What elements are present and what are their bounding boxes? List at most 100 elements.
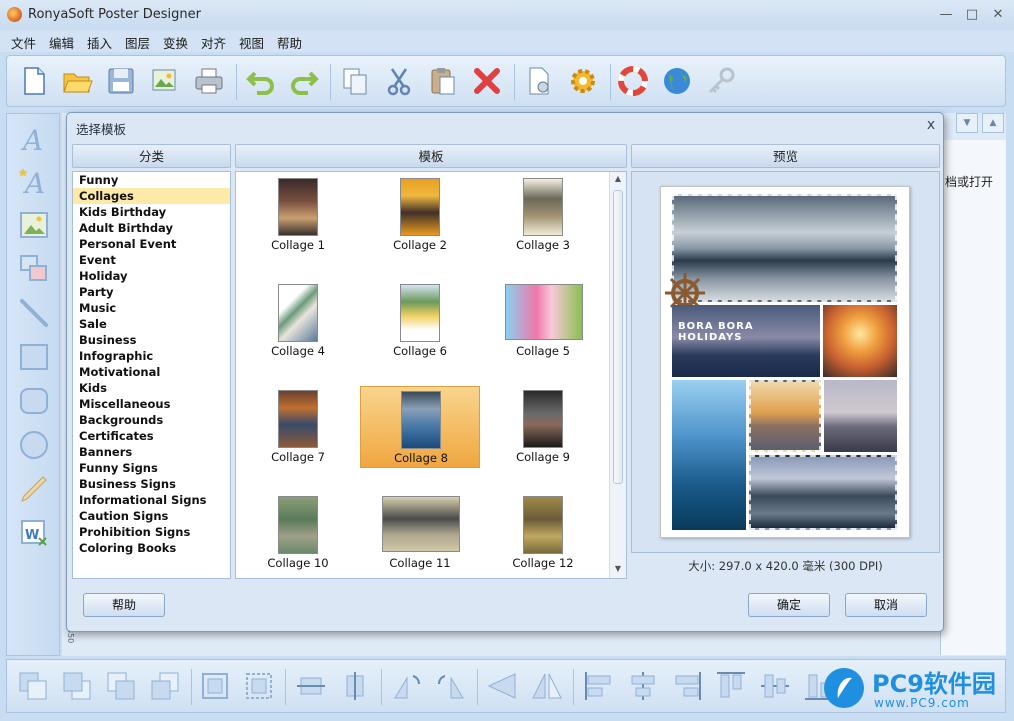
key-icon[interactable]	[705, 65, 737, 97]
scroll-down-arrow-icon[interactable]: ▼	[610, 562, 626, 576]
undo-icon[interactable]	[245, 65, 277, 97]
cut-icon[interactable]	[383, 65, 415, 97]
text-tool-icon[interactable]: A	[19, 124, 49, 154]
bring-forward-icon[interactable]	[105, 670, 137, 702]
rounded-rect-tool-icon[interactable]	[19, 386, 49, 416]
align-left-icon[interactable]	[583, 670, 615, 702]
category-item[interactable]: Music	[73, 300, 230, 316]
category-item-selected[interactable]: Collages	[73, 188, 230, 204]
menu-align[interactable]: 对齐	[201, 33, 226, 52]
category-item[interactable]: Personal Event	[73, 236, 230, 252]
template-item[interactable]: Collage 7	[238, 386, 358, 468]
menu-transform[interactable]: 变换	[163, 33, 188, 52]
page-settings-icon[interactable]	[523, 65, 555, 97]
rectangle-tool-icon[interactable]	[19, 342, 49, 372]
scrollbar-thumb[interactable]	[613, 190, 623, 484]
multi-image-tool-icon[interactable]	[19, 254, 49, 284]
redo-icon[interactable]	[288, 65, 320, 97]
dialog-close-button[interactable]: x	[923, 117, 939, 133]
minimize-button[interactable]: —	[936, 6, 956, 24]
category-item[interactable]: Funny Signs	[73, 460, 230, 476]
category-item[interactable]: Informational Signs	[73, 492, 230, 508]
scroll-up-button[interactable]: ▲	[982, 113, 1004, 133]
menu-insert[interactable]: 插入	[87, 33, 112, 52]
align-top-icon[interactable]	[715, 670, 747, 702]
copy-icon[interactable]	[339, 65, 371, 97]
category-item[interactable]: Miscellaneous	[73, 396, 230, 412]
image-tool-icon[interactable]	[19, 210, 49, 240]
export-image-icon[interactable]	[149, 65, 181, 97]
category-item[interactable]: Business	[73, 332, 230, 348]
open-folder-icon[interactable]	[61, 65, 93, 97]
flip-horizontal-icon[interactable]	[487, 670, 519, 702]
cancel-button[interactable]: 取消	[845, 593, 927, 617]
align-center-icon[interactable]	[627, 670, 659, 702]
menu-file[interactable]: 文件	[11, 33, 36, 52]
settings-gear-icon[interactable]	[567, 65, 599, 97]
template-item[interactable]: Collage 11	[360, 492, 480, 574]
category-item[interactable]: Business Signs	[73, 476, 230, 492]
category-item[interactable]: Holiday	[73, 268, 230, 284]
template-item[interactable]: Collage 9	[483, 386, 603, 468]
line-tool-icon[interactable]	[19, 298, 49, 328]
ok-button[interactable]: 确定	[748, 593, 830, 617]
template-item[interactable]: Collage 5	[483, 280, 603, 362]
template-item[interactable]: Collage 1	[238, 174, 358, 256]
group-icon[interactable]	[199, 670, 231, 702]
flip-vertical-icon[interactable]	[531, 670, 563, 702]
category-item[interactable]: Adult Birthday	[73, 220, 230, 236]
category-item[interactable]: Party	[73, 284, 230, 300]
template-scrollbar[interactable]: ▲ ▼	[609, 172, 626, 578]
bring-front-icon[interactable]	[17, 670, 49, 702]
save-icon[interactable]	[105, 65, 137, 97]
rotate-left-icon[interactable]	[391, 670, 423, 702]
same-width-icon[interactable]	[295, 670, 327, 702]
category-item[interactable]: Event	[73, 252, 230, 268]
category-item[interactable]: Certificates	[73, 428, 230, 444]
category-item[interactable]: Coloring Books	[73, 540, 230, 556]
category-item[interactable]: Infographic	[73, 348, 230, 364]
art-text-tool-icon[interactable]: A	[19, 166, 49, 196]
same-height-icon[interactable]	[339, 670, 371, 702]
category-item[interactable]: Prohibition Signs	[73, 524, 230, 540]
help-button[interactable]: 帮助	[83, 593, 165, 617]
maximize-button[interactable]: □	[962, 6, 982, 24]
menu-view[interactable]: 视图	[239, 33, 264, 52]
web-globe-icon[interactable]	[661, 65, 693, 97]
print-icon[interactable]	[193, 65, 225, 97]
ungroup-icon[interactable]	[243, 670, 275, 702]
category-item[interactable]: Kids	[73, 380, 230, 396]
category-item[interactable]: Backgrounds	[73, 412, 230, 428]
template-item[interactable]: Collage 6	[360, 280, 480, 362]
close-window-button[interactable]: ✕	[988, 6, 1008, 24]
ellipse-tool-icon[interactable]	[19, 430, 49, 460]
category-item[interactable]: Kids Birthday	[73, 204, 230, 220]
certificate-tool-icon[interactable]: W	[19, 518, 49, 548]
help-lifebuoy-icon[interactable]	[617, 65, 649, 97]
template-item[interactable]: Collage 12	[483, 492, 603, 574]
send-back-icon[interactable]	[61, 670, 93, 702]
menu-layer[interactable]: 图层	[125, 33, 150, 52]
category-item[interactable]: Sale	[73, 316, 230, 332]
delete-icon[interactable]	[471, 65, 503, 97]
template-item[interactable]: Collage 10	[238, 492, 358, 574]
rotate-right-icon[interactable]	[435, 670, 467, 702]
category-item[interactable]: Motivational	[73, 364, 230, 380]
category-item[interactable]: Banners	[73, 444, 230, 460]
new-document-icon[interactable]	[18, 65, 50, 97]
template-item[interactable]: Collage 4	[238, 280, 358, 362]
paste-icon[interactable]	[427, 65, 459, 97]
template-item-selected[interactable]: Collage 8	[360, 386, 480, 468]
category-item[interactable]: Funny	[73, 172, 230, 188]
scroll-up-arrow-icon[interactable]: ▲	[610, 172, 626, 186]
align-right-icon[interactable]	[671, 670, 703, 702]
send-backward-icon[interactable]	[149, 670, 181, 702]
menu-help[interactable]: 帮助	[277, 33, 302, 52]
menu-edit[interactable]: 编辑	[49, 33, 74, 52]
align-middle-icon[interactable]	[759, 670, 791, 702]
template-item[interactable]: Collage 3	[483, 174, 603, 256]
template-item[interactable]: Collage 2	[360, 174, 480, 256]
scroll-down-button[interactable]: ▼	[956, 113, 978, 133]
pencil-tool-icon[interactable]	[19, 474, 49, 504]
category-item[interactable]: Caution Signs	[73, 508, 230, 524]
